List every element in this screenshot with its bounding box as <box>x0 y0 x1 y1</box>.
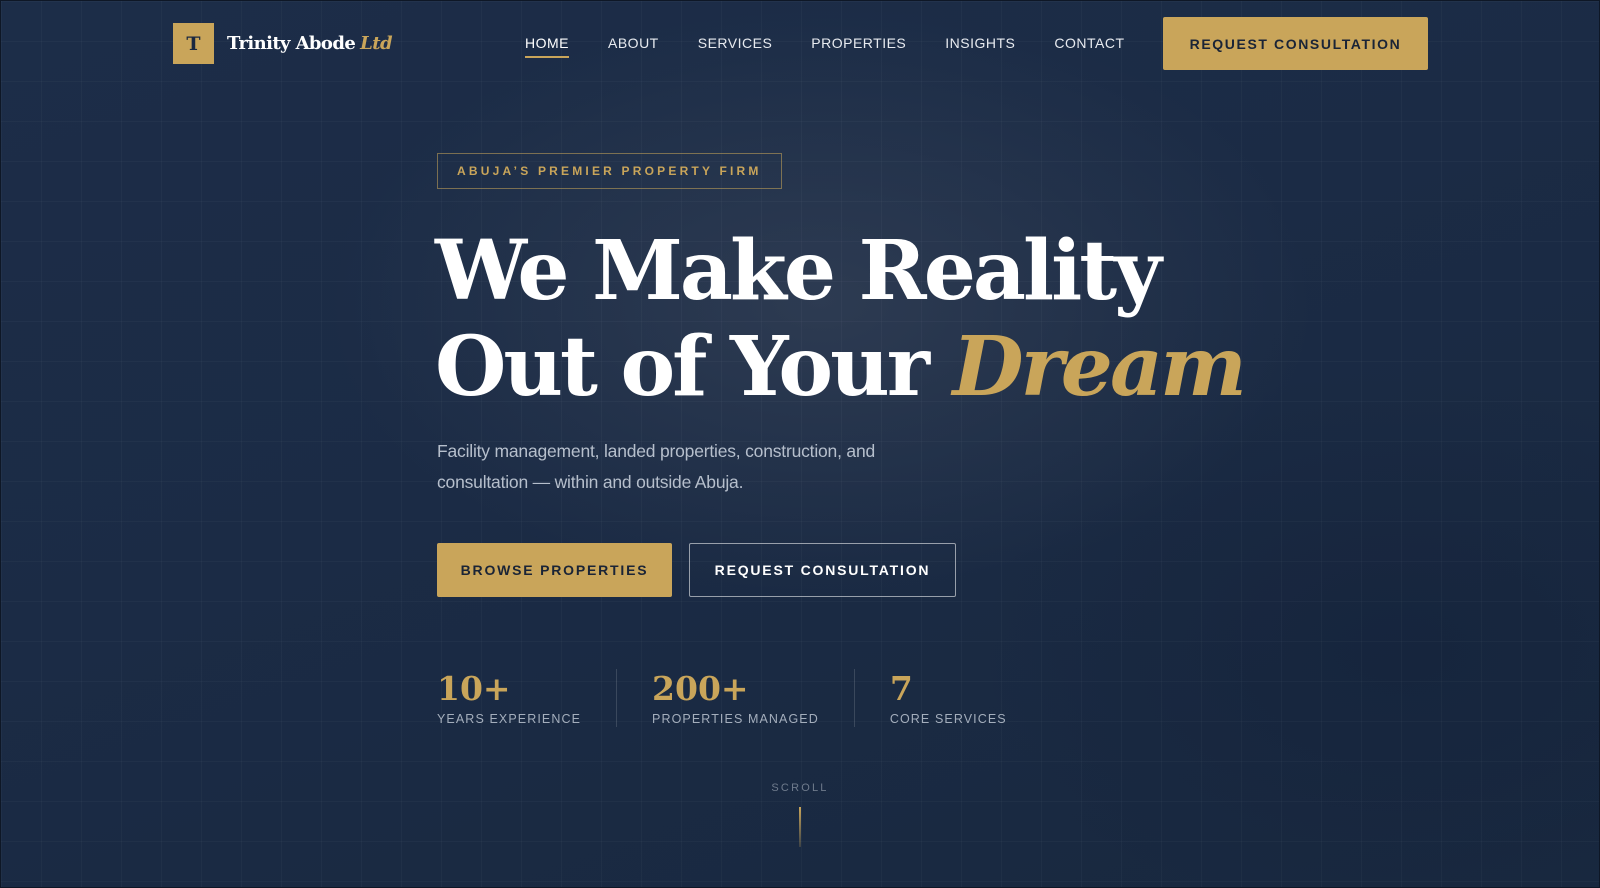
nav-contact[interactable]: CONTACT <box>1054 35 1124 58</box>
stat-item: 200+ PROPERTIES MANAGED <box>652 669 855 727</box>
main-nav: HOME ABOUT SERVICES PROPERTIES INSIGHTS … <box>525 35 1164 58</box>
hero-headline: We Make Reality Out of Your Dream <box>435 223 1435 415</box>
scroll-line-icon <box>799 807 801 847</box>
nav-services[interactable]: SERVICES <box>698 35 773 58</box>
hero-eyebrow-badge: ABUJA’S PREMIER PROPERTY FIRM <box>437 153 782 189</box>
headline-line-1: We Make Reality <box>435 223 1162 319</box>
logo-mark-icon: T <box>173 23 214 64</box>
nav-insights[interactable]: INSIGHTS <box>945 35 1015 58</box>
logo-suffix: Ltd <box>360 33 392 54</box>
stat-label: CORE SERVICES <box>889 712 1007 726</box>
nav-home[interactable]: HOME <box>525 35 569 58</box>
stats-row: 10+ YEARS EXPERIENCE 200+ PROPERTIES MAN… <box>437 669 1077 727</box>
headline-accent-word: Dream <box>952 319 1246 415</box>
stat-value: 7 <box>889 669 913 708</box>
stat-label: PROPERTIES MANAGED <box>652 712 819 726</box>
stat-item: 10+ YEARS EXPERIENCE <box>437 669 618 727</box>
logo-name: Trinity Abode <box>227 33 356 54</box>
landing-page: T Trinity Abode Ltd HOME ABOUT SERVICES … <box>0 0 1600 888</box>
nav-properties[interactable]: PROPERTIES <box>811 35 906 58</box>
stat-label: YEARS EXPERIENCE <box>437 712 582 726</box>
header-request-consultation-button[interactable]: REQUEST CONSULTATION <box>1163 17 1428 70</box>
headline-line-2-prefix: Out of Your <box>435 319 930 415</box>
browse-properties-button[interactable]: BROWSE PROPERTIES <box>437 543 672 597</box>
site-header: T Trinity Abode Ltd HOME ABOUT SERVICES … <box>1 1 1599 87</box>
stat-item: 7 CORE SERVICES <box>890 669 1042 727</box>
scroll-indicator-label[interactable]: SCROLL <box>761 782 839 794</box>
stat-value: 200+ <box>652 669 749 708</box>
request-consultation-button[interactable]: REQUEST CONSULTATION <box>689 543 956 597</box>
logo[interactable]: T Trinity Abode Ltd <box>173 23 393 64</box>
nav-about[interactable]: ABOUT <box>608 35 659 58</box>
hero-subtitle: Facility management, landed properties, … <box>437 441 876 492</box>
stat-value: 10+ <box>437 669 511 708</box>
